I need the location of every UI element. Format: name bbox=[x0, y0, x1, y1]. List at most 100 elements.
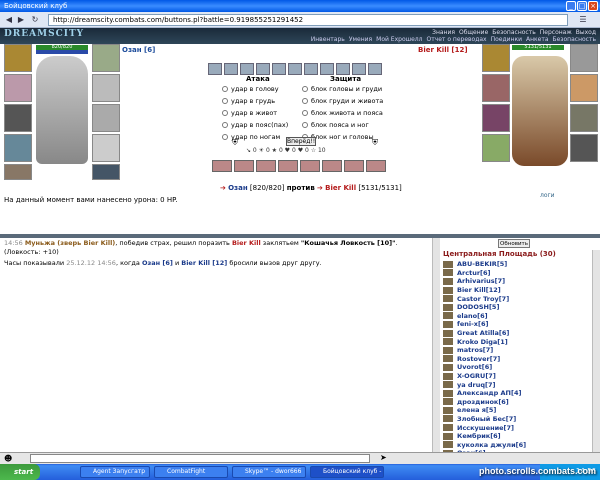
player-list-item[interactable]: Кембрик[6] bbox=[443, 432, 526, 441]
chat-name[interactable]: Озан [6] bbox=[142, 259, 173, 267]
player-list-item[interactable]: куколка джули[6] bbox=[443, 440, 526, 449]
defense-radio[interactable] bbox=[302, 110, 308, 116]
spell-slot[interactable] bbox=[300, 160, 320, 172]
player-list-item[interactable]: X-OGRU[7] bbox=[443, 372, 526, 381]
menu-knowledge[interactable]: Знания bbox=[432, 29, 455, 36]
opponent-earring-slot[interactable] bbox=[570, 44, 598, 72]
amulet-slot[interactable] bbox=[4, 74, 32, 102]
chat-name[interactable]: Bier Kill [12] bbox=[181, 259, 227, 267]
effect-icon[interactable] bbox=[320, 63, 334, 75]
player-list-item[interactable]: дроздинок[6] bbox=[443, 398, 526, 407]
player-name[interactable]: Исскушение[7] bbox=[457, 424, 514, 432]
submenu-skills[interactable]: Умения bbox=[349, 36, 372, 43]
player-list-item[interactable]: елена я[5] bbox=[443, 406, 526, 415]
taskbar-item[interactable]: CombatFight bbox=[154, 466, 228, 478]
player-list-item[interactable]: Arctur[6] bbox=[443, 269, 526, 278]
effect-icon[interactable] bbox=[272, 63, 286, 75]
page-menu-icon[interactable]: ☰ bbox=[578, 15, 588, 25]
submenu-security[interactable]: Безопасность bbox=[553, 36, 597, 43]
start-button[interactable]: start bbox=[0, 464, 40, 480]
menu-character[interactable]: Персонаж bbox=[540, 29, 572, 36]
weapon-slot[interactable] bbox=[4, 104, 32, 132]
player-name[interactable]: X-OGRU[7] bbox=[457, 372, 496, 380]
chat-input[interactable] bbox=[30, 454, 370, 463]
attack-radio[interactable] bbox=[222, 134, 228, 140]
player-list-item[interactable]: Kroko Diga[1] bbox=[443, 337, 526, 346]
player-list-item[interactable]: elano[6] bbox=[443, 312, 526, 321]
submenu-transfer-report[interactable]: Отчет о переводах bbox=[426, 36, 486, 43]
player-name[interactable]: Kroko Diga[1] bbox=[457, 338, 508, 346]
attack-option[interactable]: удар в голову bbox=[222, 85, 279, 93]
player-list-item[interactable]: feni-x[6] bbox=[443, 320, 526, 329]
refresh-icon[interactable]: ↻ bbox=[30, 15, 40, 25]
player-name[interactable]: ABU-BEKIR[5] bbox=[457, 260, 507, 268]
submenu-inventory[interactable]: Инвентарь bbox=[311, 36, 345, 43]
url-input[interactable]: http://dreamscity.combats.com/buttons.pl… bbox=[48, 14, 568, 26]
menu-communication[interactable]: Общение bbox=[459, 29, 488, 36]
minimize-icon[interactable]: _ bbox=[566, 1, 576, 11]
attack-option[interactable]: удар в живот bbox=[222, 109, 277, 117]
player-name[interactable]: Озан [6] bbox=[122, 46, 155, 54]
player-name[interactable]: куколка джули[6] bbox=[457, 441, 526, 449]
spell-slot[interactable] bbox=[366, 160, 386, 172]
player-list-item[interactable]: Uvorot[6] bbox=[443, 363, 526, 372]
menu-security[interactable]: Безопасность bbox=[492, 29, 536, 36]
forward-button[interactable]: Вперёд!! bbox=[286, 137, 316, 146]
defense-option[interactable]: блок живота и пояса bbox=[302, 109, 383, 117]
chat-scrollbar[interactable] bbox=[432, 238, 440, 452]
submenu-profile[interactable]: Анкета bbox=[526, 36, 549, 43]
defense-radio[interactable] bbox=[302, 98, 308, 104]
effect-icon[interactable] bbox=[304, 63, 318, 75]
logs-link[interactable]: логи bbox=[540, 192, 555, 199]
versus-player-name[interactable]: Озан bbox=[228, 184, 248, 192]
effect-icon[interactable] bbox=[288, 63, 302, 75]
attack-radio[interactable] bbox=[222, 110, 228, 116]
effect-icon[interactable] bbox=[336, 63, 350, 75]
submenu-fights[interactable]: Поединки bbox=[491, 36, 522, 43]
player-list-item[interactable]: DODOSH[5] bbox=[443, 303, 526, 312]
maximize-icon[interactable]: □ bbox=[577, 1, 587, 11]
player-list-item[interactable]: Great Atilla[6] bbox=[443, 329, 526, 338]
defense-radio[interactable] bbox=[302, 122, 308, 128]
player-name[interactable]: ya druq[7] bbox=[457, 381, 496, 389]
back-icon[interactable]: ◀ bbox=[4, 15, 14, 25]
defense-option[interactable]: блок пояса и ног bbox=[302, 121, 369, 129]
player-name[interactable]: Castor Troy[7] bbox=[457, 295, 509, 303]
chat-name[interactable]: Муньжа (зверь Bier Kill) bbox=[25, 239, 115, 247]
player-name[interactable]: Rostover[7] bbox=[457, 355, 500, 363]
player-list-item[interactable]: Castor Troy[7] bbox=[443, 294, 526, 303]
gloves-slot[interactable] bbox=[92, 104, 120, 132]
defense-option[interactable]: блок головы и груди bbox=[302, 85, 382, 93]
effect-icon[interactable] bbox=[352, 63, 366, 75]
player-list-item[interactable]: Злобный Бес[7] bbox=[443, 415, 526, 424]
send-icon[interactable]: ➤ bbox=[380, 453, 387, 462]
attack-option[interactable]: удар по ногам bbox=[222, 133, 280, 141]
defense-option[interactable]: блок груди и живота bbox=[302, 97, 383, 105]
spell-slot[interactable] bbox=[278, 160, 298, 172]
taskbar-item[interactable]: Agent Запусгатр bbox=[80, 466, 150, 478]
player-list-item[interactable]: ya druq[7] bbox=[443, 380, 526, 389]
opponent-gloves-slot[interactable] bbox=[570, 104, 598, 132]
attack-radio[interactable] bbox=[222, 122, 228, 128]
spell-slot[interactable] bbox=[322, 160, 342, 172]
attack-radio[interactable] bbox=[222, 98, 228, 104]
player-name[interactable]: DODOSH[5] bbox=[457, 303, 499, 311]
player-list-item[interactable]: Исскушение[7] bbox=[443, 423, 526, 432]
player-name[interactable]: елена я[5] bbox=[457, 406, 496, 414]
opponent-name[interactable]: Bier Kill [12] bbox=[418, 46, 468, 54]
ring-slot[interactable] bbox=[92, 74, 120, 102]
player-name[interactable]: Great Atilla[6] bbox=[457, 329, 509, 337]
opponent-armor-slot[interactable] bbox=[482, 134, 510, 162]
close-icon[interactable]: × bbox=[588, 1, 598, 11]
player-name[interactable]: Bier Kill[12] bbox=[457, 286, 501, 294]
effect-icon[interactable] bbox=[224, 63, 238, 75]
shield-slot[interactable] bbox=[92, 134, 120, 162]
spell-slot[interactable] bbox=[234, 160, 254, 172]
attack-radio[interactable] bbox=[222, 86, 228, 92]
player-name[interactable]: Злобный Бес[7] bbox=[457, 415, 516, 423]
forward-icon[interactable]: ▶ bbox=[16, 15, 26, 25]
attack-option[interactable]: удар в грудь bbox=[222, 97, 275, 105]
player-name[interactable]: Александр АП[4] bbox=[457, 389, 521, 397]
player-list-item[interactable]: matros[7] bbox=[443, 346, 526, 355]
taskbar-item[interactable]: Бойцовский клуб - ... bbox=[310, 466, 384, 478]
